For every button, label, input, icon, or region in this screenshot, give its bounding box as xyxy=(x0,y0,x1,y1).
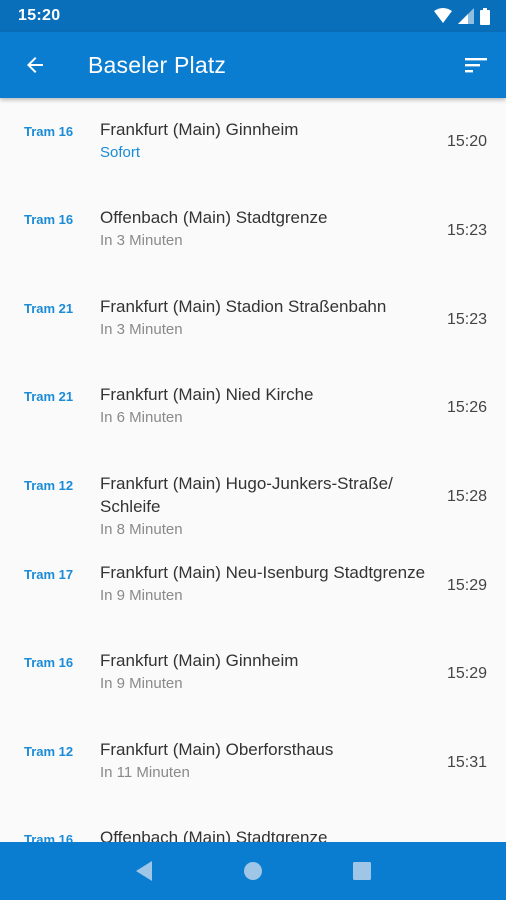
departure-row[interactable]: Tram 17 Frankfurt (Main) Neu-Isenburg St… xyxy=(0,563,506,647)
destination: Frankfurt (Main) Ginnheim xyxy=(100,651,299,670)
departure-info: In 6 Minuten xyxy=(100,409,183,426)
destination: Offenbach (Main) Stadtgrenze xyxy=(100,208,328,227)
departure-row[interactable]: Tram 16 Offenbach (Main) Stadtgrenze In … xyxy=(0,208,506,292)
departure-info: In 8 Minuten xyxy=(100,521,183,538)
destination: Frankfurt (Main) Ginnheim xyxy=(100,120,299,139)
circle-home-icon xyxy=(243,862,262,880)
line-label: Tram 16 xyxy=(24,124,74,139)
triangle-back-icon xyxy=(136,861,153,881)
nav-back-button[interactable] xyxy=(124,851,164,891)
destination: Frankfurt (Main) Hugo-Junkers-Straße/ Sc… xyxy=(100,474,393,516)
departure-info: In 11 Minuten xyxy=(100,764,190,781)
departure-time: 15:26 xyxy=(446,399,487,416)
screen: 15:20 Baseler Platz Tram 16 Frankfurt (M… xyxy=(0,0,506,900)
line-label: Tram 16 xyxy=(24,655,74,670)
departure-list: Tram 16 Frankfurt (Main) Ginnheim Sofort… xyxy=(0,98,506,842)
nav-home-button[interactable] xyxy=(233,851,273,891)
departure-info: In 3 Minuten xyxy=(100,321,183,338)
line-label: Tram 17 xyxy=(24,567,74,582)
departure-time: 15:23 xyxy=(446,222,487,239)
system-nav-bar xyxy=(0,842,506,900)
line-label: Tram 16 xyxy=(24,212,74,227)
sort-button[interactable] xyxy=(446,32,506,98)
departure-row[interactable]: Tram 21 Frankfurt (Main) Stadion Straßen… xyxy=(0,297,506,381)
destination: Frankfurt (Main) Oberforsthaus xyxy=(100,740,334,759)
signal-icon xyxy=(458,8,474,24)
departure-time: 15:29 xyxy=(446,577,487,594)
line-label: Tram 21 xyxy=(24,301,74,316)
departure-row[interactable]: Tram 12 Frankfurt (Main) Oberforsthaus I… xyxy=(0,740,506,824)
departure-row[interactable]: Tram 21 Frankfurt (Main) Nied Kirche In … xyxy=(0,385,506,469)
departure-time: 15:23 xyxy=(446,311,487,328)
departure-info: In 3 Minuten xyxy=(100,232,183,249)
line-label: Tram 12 xyxy=(24,744,74,759)
departure-row[interactable]: Tram 12 Frankfurt (Main) Hugo-Junkers-St… xyxy=(0,474,506,558)
destination: Frankfurt (Main) Nied Kirche xyxy=(100,385,314,404)
departure-info: In 9 Minuten xyxy=(100,587,183,604)
arrow-left-icon xyxy=(27,57,43,73)
line-label: Tram 12 xyxy=(24,478,74,493)
departure-time: 15:28 xyxy=(446,488,487,505)
destination: Frankfurt (Main) Stadion Straßenbahn xyxy=(100,297,387,316)
nav-recents-button[interactable] xyxy=(342,851,382,891)
departure-info: Sofort xyxy=(100,144,141,161)
square-recents-icon xyxy=(352,862,371,880)
line-label: Tram 16 xyxy=(24,832,74,842)
battery-icon xyxy=(480,7,490,25)
line-label: Tram 21 xyxy=(24,389,74,404)
page-title: Baseler Platz xyxy=(88,51,227,78)
status-bar: 15:20 xyxy=(0,0,506,32)
departure-row[interactable]: Tram 16 Frankfurt (Main) Ginnheim In 9 M… xyxy=(0,651,506,735)
departure-time: 15:29 xyxy=(446,665,487,682)
destination: Offenbach (Main) Stadtgrenze xyxy=(100,828,328,842)
departure-row[interactable]: Tram 16 Offenbach (Main) Stadtgrenze xyxy=(0,828,506,842)
departure-row[interactable]: Tram 16 Frankfurt (Main) Ginnheim Sofort… xyxy=(0,120,506,204)
app-bar: Baseler Platz xyxy=(0,32,506,98)
destination: Frankfurt (Main) Neu-Isenburg Stadtgrenz… xyxy=(100,563,426,582)
status-time: 15:20 xyxy=(18,7,61,24)
wifi-icon xyxy=(434,8,452,23)
departure-time: 15:20 xyxy=(446,133,487,150)
status-icons xyxy=(434,7,490,25)
sort-icon xyxy=(465,58,487,73)
back-button[interactable] xyxy=(0,32,70,98)
departure-time: 15:31 xyxy=(446,754,487,771)
departure-info: In 9 Minuten xyxy=(100,675,183,692)
